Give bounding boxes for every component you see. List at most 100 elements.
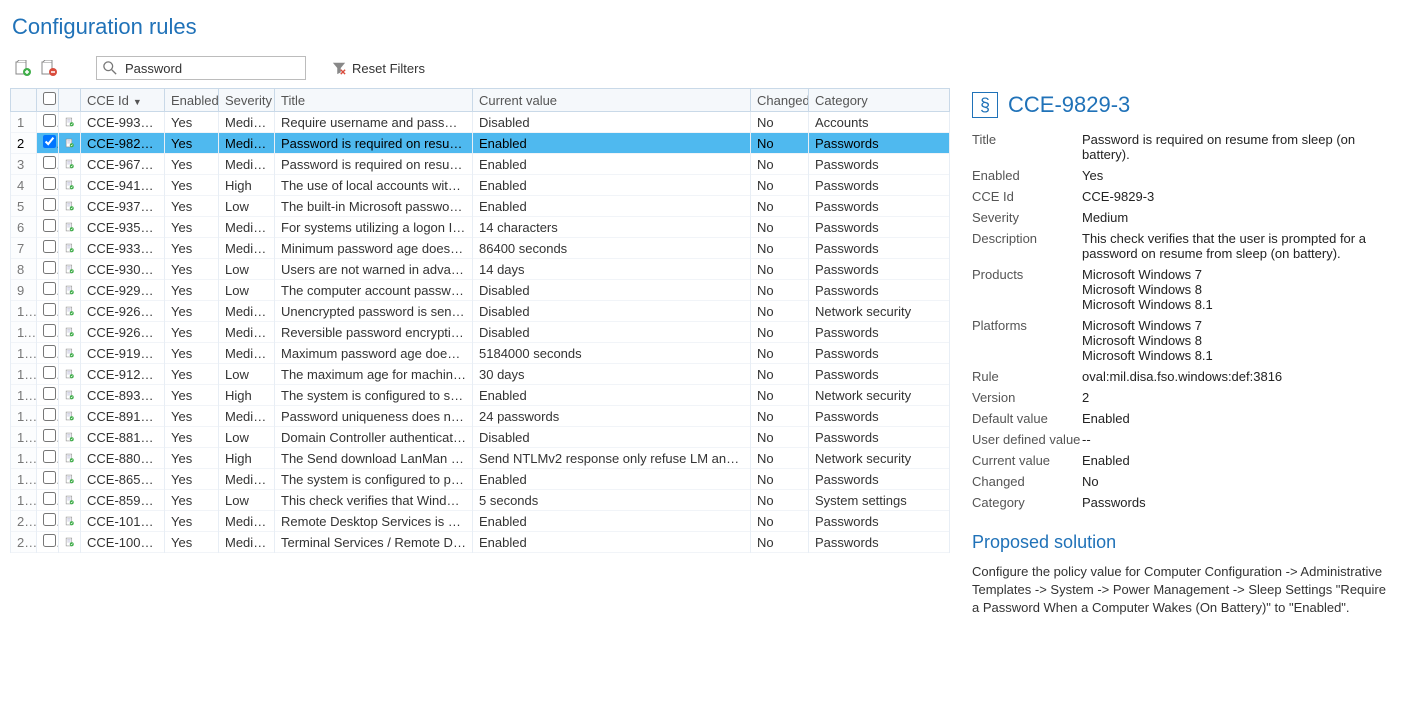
- table-row[interactable]: 15CCE-8912-8YesMediumPassword uniqueness…: [11, 406, 950, 427]
- col-rownum[interactable]: [11, 89, 37, 112]
- row-checkbox[interactable]: [43, 534, 56, 547]
- cell-category: Passwords: [809, 154, 950, 175]
- rule-ok-icon: [65, 430, 74, 444]
- cell-current: 14 days: [473, 259, 751, 280]
- detail-row-userdef: User defined value--: [972, 432, 1392, 447]
- table-row[interactable]: 11CCE-9260-1YesMediumReversible password…: [11, 322, 950, 343]
- col-checkbox[interactable]: [37, 89, 59, 112]
- row-checkbox[interactable]: [43, 408, 56, 421]
- table-row[interactable]: 19CCE-8591-0YesLowThis check verifies th…: [11, 490, 950, 511]
- detail-label: Severity: [972, 210, 1082, 225]
- select-all-checkbox[interactable]: [43, 92, 56, 105]
- row-checkbox-cell: [37, 385, 59, 406]
- row-checkbox-cell: [37, 133, 59, 154]
- cell-changed: No: [751, 133, 809, 154]
- cell-category: Network security: [809, 385, 950, 406]
- rule-ok-icon: [65, 535, 74, 549]
- detail-row-platforms: PlatformsMicrosoft Windows 7 Microsoft W…: [972, 318, 1392, 363]
- row-checkbox-cell: [37, 490, 59, 511]
- row-checkbox[interactable]: [43, 366, 56, 379]
- table-row[interactable]: 14CCE-8937-5YesHighThe system is configu…: [11, 385, 950, 406]
- search-box[interactable]: [96, 56, 306, 80]
- table-row[interactable]: 7CCE-9330-2YesMediumMinimum password age…: [11, 238, 950, 259]
- table-row[interactable]: 4CCE-9418-5YesHighThe use of local accou…: [11, 175, 950, 196]
- row-checkbox-cell: [37, 154, 59, 175]
- row-checkbox[interactable]: [43, 450, 56, 463]
- cell-category: Passwords: [809, 343, 950, 364]
- row-number: 10: [11, 301, 37, 322]
- row-checkbox[interactable]: [43, 282, 56, 295]
- table-row[interactable]: 12CCE-9193-4YesMediumMaximum password ag…: [11, 343, 950, 364]
- detail-label: Changed: [972, 474, 1082, 489]
- row-checkbox[interactable]: [43, 471, 56, 484]
- table-row[interactable]: 3CCE-9670-1YesMediumPassword is required…: [11, 154, 950, 175]
- table-row[interactable]: 5CCE-9370-8YesLowThe built-in Microsoft …: [11, 196, 950, 217]
- row-checkbox[interactable]: [43, 303, 56, 316]
- table-row[interactable]: 21CCE-10090-9YesMediumTerminal Services …: [11, 532, 950, 553]
- table-row[interactable]: 1CCE-9938-2YesMediumRequire username and…: [11, 112, 950, 133]
- col-title[interactable]: Title: [275, 89, 473, 112]
- row-number: 19: [11, 490, 37, 511]
- row-checkbox[interactable]: [43, 135, 56, 148]
- cell-cceid: CCE-8818-7: [81, 427, 165, 448]
- row-checkbox[interactable]: [43, 429, 56, 442]
- row-checkbox[interactable]: [43, 156, 56, 169]
- row-icon-cell: [59, 112, 81, 133]
- cell-changed: No: [751, 385, 809, 406]
- table-row[interactable]: 16CCE-8818-7YesLowDomain Controller auth…: [11, 427, 950, 448]
- col-severity[interactable]: Severity: [219, 89, 275, 112]
- row-checkbox[interactable]: [43, 324, 56, 337]
- row-checkbox[interactable]: [43, 261, 56, 274]
- table-row[interactable]: 13CCE-9123-1YesLowThe maximum age for ma…: [11, 364, 950, 385]
- row-checkbox[interactable]: [43, 513, 56, 526]
- remove-rule-button[interactable]: [40, 59, 58, 77]
- search-input[interactable]: [123, 60, 299, 77]
- cell-enabled: Yes: [165, 511, 219, 532]
- row-checkbox[interactable]: [43, 387, 56, 400]
- row-checkbox[interactable]: [43, 345, 56, 358]
- col-current[interactable]: Current value: [473, 89, 751, 112]
- table-row[interactable]: 6CCE-9357-5YesMediumFor systems utilizin…: [11, 217, 950, 238]
- cell-category: Accounts: [809, 112, 950, 133]
- cell-cceid: CCE-8937-5: [81, 385, 165, 406]
- table-row[interactable]: 10CCE-9265-0YesMediumUnencrypted passwor…: [11, 301, 950, 322]
- table-row[interactable]: 2CCE-9829-3YesMediumPassword is required…: [11, 133, 950, 154]
- row-checkbox[interactable]: [43, 240, 56, 253]
- cell-current: 30 days: [473, 364, 751, 385]
- row-checkbox[interactable]: [43, 198, 56, 211]
- col-category[interactable]: Category: [809, 89, 950, 112]
- row-checkbox-cell: [37, 406, 59, 427]
- proposed-solution-title: Proposed solution: [972, 532, 1392, 553]
- reset-filters-button[interactable]: Reset Filters: [332, 61, 425, 76]
- row-icon-cell: [59, 238, 81, 259]
- row-number: 15: [11, 406, 37, 427]
- row-number: 4: [11, 175, 37, 196]
- table-row[interactable]: 18CCE-8654-6YesMediumThe system is confi…: [11, 469, 950, 490]
- detail-label: Platforms: [972, 318, 1082, 333]
- cell-severity: Medium: [219, 343, 275, 364]
- row-checkbox[interactable]: [43, 219, 56, 232]
- detail-value: Passwords: [1082, 495, 1392, 510]
- row-checkbox[interactable]: [43, 177, 56, 190]
- table-row[interactable]: 17CCE-8806-2YesHighThe Send download Lan…: [11, 448, 950, 469]
- col-cceid[interactable]: CCE Id▼: [81, 89, 165, 112]
- cell-severity: High: [219, 448, 275, 469]
- detail-row-description: DescriptionThis check verifies that the …: [972, 231, 1392, 261]
- cell-cceid: CCE-9193-4: [81, 343, 165, 364]
- row-checkbox-cell: [37, 532, 59, 553]
- table-row[interactable]: 20CCE-10103-0YesMediumRemote Desktop Ser…: [11, 511, 950, 532]
- cell-changed: No: [751, 427, 809, 448]
- cell-cceid: CCE-9330-2: [81, 238, 165, 259]
- col-changed[interactable]: Changed: [751, 89, 809, 112]
- table-row[interactable]: 9CCE-9295-7YesLowThe computer account pa…: [11, 280, 950, 301]
- row-checkbox-cell: [37, 301, 59, 322]
- row-checkbox[interactable]: [43, 492, 56, 505]
- col-icon[interactable]: [59, 89, 81, 112]
- row-checkbox[interactable]: [43, 114, 56, 127]
- rule-ok-icon: [65, 262, 74, 276]
- add-rule-button[interactable]: [14, 59, 32, 77]
- cell-enabled: Yes: [165, 469, 219, 490]
- col-enabled[interactable]: Enabled: [165, 89, 219, 112]
- table-row[interactable]: 8CCE-9307-0YesLowUsers are not warned in…: [11, 259, 950, 280]
- detail-row-severity: SeverityMedium: [972, 210, 1392, 225]
